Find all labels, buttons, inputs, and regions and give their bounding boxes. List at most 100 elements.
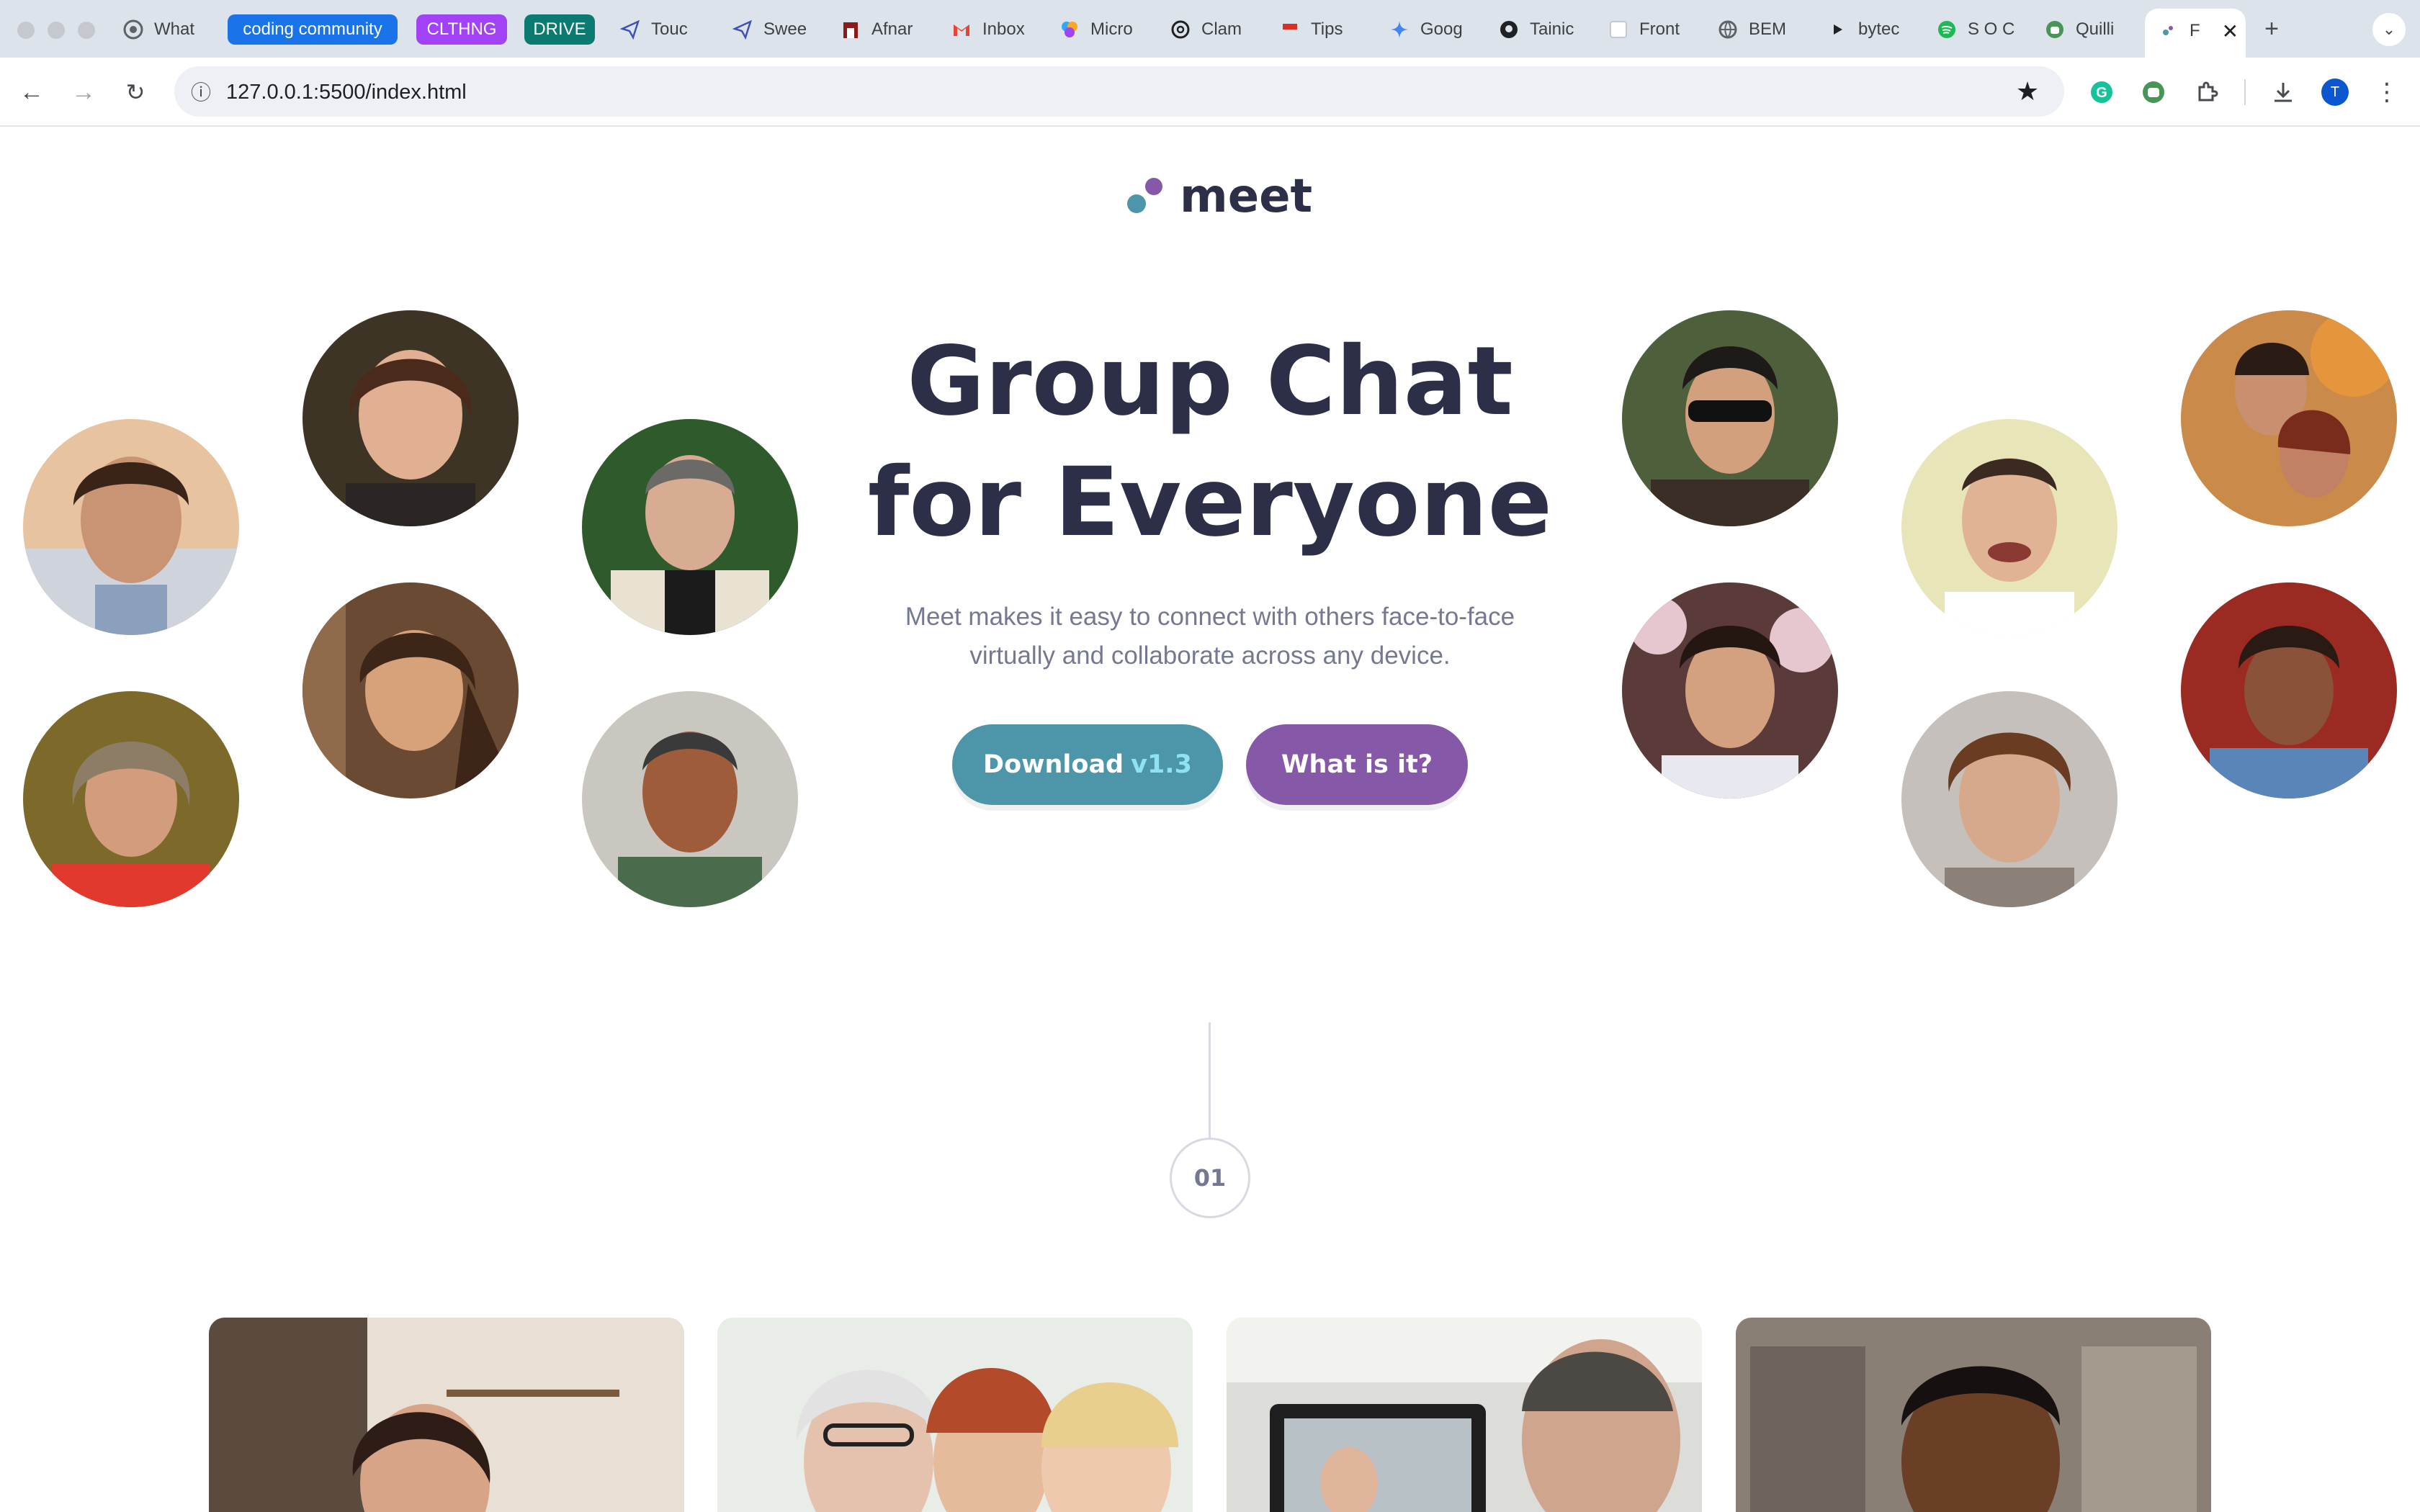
tab-label: bytec bbox=[1858, 19, 1900, 39]
globe-icon bbox=[1717, 19, 1739, 40]
forward-icon[interactable]: → bbox=[66, 75, 101, 109]
tab-group-coding-community[interactable]: coding community bbox=[228, 14, 398, 45]
page-icon bbox=[2158, 20, 2179, 42]
tab-label: Afnar bbox=[871, 19, 913, 39]
browser-tabstrip: What coding community CLTHNG DRIVE Touc … bbox=[0, 0, 2420, 59]
avatar bbox=[1622, 582, 1838, 798]
tab-quilli[interactable]: Quilli bbox=[2044, 13, 2125, 46]
tab-label: What bbox=[154, 19, 195, 39]
profile-avatar[interactable]: T bbox=[2318, 75, 2352, 109]
step-number-badge: 01 bbox=[1170, 1138, 1250, 1218]
gmail-icon bbox=[951, 19, 972, 40]
play-icon bbox=[1827, 19, 1848, 40]
tab-close-icon[interactable]: ✕ bbox=[2222, 19, 2237, 43]
new-tab-icon[interactable]: + bbox=[2254, 12, 2289, 46]
download-version: v1.3 bbox=[1131, 750, 1192, 779]
tab-bytec[interactable]: bytec bbox=[1827, 13, 1906, 46]
tab-tips[interactable]: Tips bbox=[1279, 13, 1357, 46]
site-info-icon[interactable]: ⓘ bbox=[184, 75, 218, 108]
tab-afnar[interactable]: Afnar bbox=[840, 13, 918, 46]
tab-swee[interactable]: Swee bbox=[732, 13, 811, 46]
tab-label: F bbox=[2190, 21, 2200, 40]
address-bar[interactable]: ⓘ 127.0.0.1:5500/index.html ★ bbox=[174, 66, 2064, 117]
site-logo[interactable]: meet bbox=[1124, 170, 1312, 223]
logo-dots-icon bbox=[1127, 178, 1162, 213]
fortress-icon bbox=[840, 19, 861, 40]
hero-subtitle: Meet makes it easy to connect with other… bbox=[905, 603, 1515, 670]
hero-title-line-1: Group Chat bbox=[907, 326, 1513, 437]
tab-inbox[interactable]: Inbox bbox=[951, 13, 1028, 46]
downloads-icon[interactable] bbox=[2266, 75, 2300, 109]
grammarly-icon[interactable]: G bbox=[2084, 75, 2119, 109]
back-icon[interactable]: ← bbox=[14, 75, 49, 109]
gemini-icon bbox=[1389, 19, 1410, 40]
page-viewport: meet Group Chat for Everyone Meet makes … bbox=[0, 127, 2420, 1512]
photo-card bbox=[717, 1318, 1193, 1512]
window-minimize-button[interactable] bbox=[48, 22, 65, 39]
logo-wordmark: meet bbox=[1180, 170, 1313, 223]
tab-micro[interactable]: Micro bbox=[1059, 13, 1138, 46]
window-maximize-button[interactable] bbox=[78, 22, 95, 39]
avatar bbox=[302, 310, 519, 526]
paper-plane-icon bbox=[732, 19, 753, 40]
tab-group-drive[interactable]: DRIVE bbox=[524, 14, 595, 45]
avatar bbox=[1622, 310, 1838, 526]
photo-card bbox=[1736, 1318, 2211, 1512]
url-text: 127.0.0.1:5500/index.html bbox=[226, 81, 467, 104]
tab-label: S O C bbox=[1968, 19, 2015, 39]
avatar bbox=[1901, 691, 2118, 907]
tab-label: Tips bbox=[1311, 19, 1343, 39]
chrome-icon bbox=[122, 19, 144, 40]
avatar bbox=[1901, 419, 2118, 635]
bookmark-star-icon[interactable]: ★ bbox=[2011, 75, 2044, 108]
quillbot-extension-icon[interactable] bbox=[2136, 75, 2171, 109]
avatar bbox=[582, 691, 798, 907]
avatar bbox=[23, 419, 239, 635]
avatar bbox=[23, 691, 239, 907]
tab-label: Micro bbox=[1090, 19, 1133, 39]
what-is-it-button[interactable]: What is it? bbox=[1246, 724, 1468, 805]
tab-label: Goog bbox=[1420, 19, 1463, 39]
photo-card bbox=[1227, 1318, 1702, 1512]
tab-label: Quilli bbox=[2076, 19, 2115, 39]
copilot-icon bbox=[1059, 19, 1080, 40]
svg-text:G: G bbox=[2096, 85, 2107, 101]
menu-kebab-icon[interactable]: ⋮ bbox=[2370, 75, 2404, 109]
tab-label: Tainic bbox=[1530, 19, 1574, 39]
avatar bbox=[2181, 310, 2397, 526]
hero-title-line-2: for Everyone bbox=[867, 447, 1553, 558]
reload-icon[interactable]: ↻ bbox=[118, 75, 153, 109]
download-button[interactable]: Download v1.3 bbox=[952, 724, 1223, 805]
download-button-label: Download bbox=[983, 750, 1124, 779]
frontend-icon bbox=[1608, 19, 1629, 40]
avatar bbox=[582, 419, 798, 635]
tab-goog[interactable]: Goog bbox=[1389, 13, 1469, 46]
tab-label: Clam bbox=[1201, 19, 1242, 39]
tab-front[interactable]: Front bbox=[1608, 13, 1687, 46]
tab-bem[interactable]: BEM bbox=[1717, 13, 1796, 46]
browser-toolbar: ← → ↻ ⓘ 127.0.0.1:5500/index.html ★ G T … bbox=[0, 58, 2420, 127]
section-divider-line bbox=[1209, 1022, 1211, 1138]
tab-label: Touc bbox=[651, 19, 688, 39]
avatar bbox=[302, 582, 519, 798]
tab-soc[interactable]: S O C bbox=[1936, 13, 2017, 46]
quillbot-icon bbox=[2044, 19, 2066, 40]
zalo-icon bbox=[1279, 19, 1301, 40]
tab-group-clthng[interactable]: CLTHNG bbox=[416, 14, 507, 45]
paper-plane-icon bbox=[619, 19, 641, 40]
tab-active[interactable]: F ✕ bbox=[2145, 9, 2246, 59]
spotify-icon bbox=[1936, 19, 1958, 40]
photo-card bbox=[209, 1318, 684, 1512]
tab-label: Inbox bbox=[982, 19, 1025, 39]
tab-label: Swee bbox=[763, 19, 807, 39]
tab-clam[interactable]: Clam bbox=[1170, 13, 1249, 46]
github-icon bbox=[1498, 19, 1520, 40]
tab-touch[interactable]: Touc bbox=[619, 13, 699, 46]
window-close-button[interactable] bbox=[17, 22, 35, 39]
openai-icon bbox=[1170, 19, 1191, 40]
avatar bbox=[2181, 582, 2397, 798]
extensions-puzzle-icon[interactable] bbox=[2190, 75, 2224, 109]
tab-search-icon[interactable]: ⌄ bbox=[2372, 13, 2406, 46]
tab-what[interactable]: What bbox=[122, 13, 207, 46]
tab-tainic[interactable]: Tainic bbox=[1498, 13, 1579, 46]
